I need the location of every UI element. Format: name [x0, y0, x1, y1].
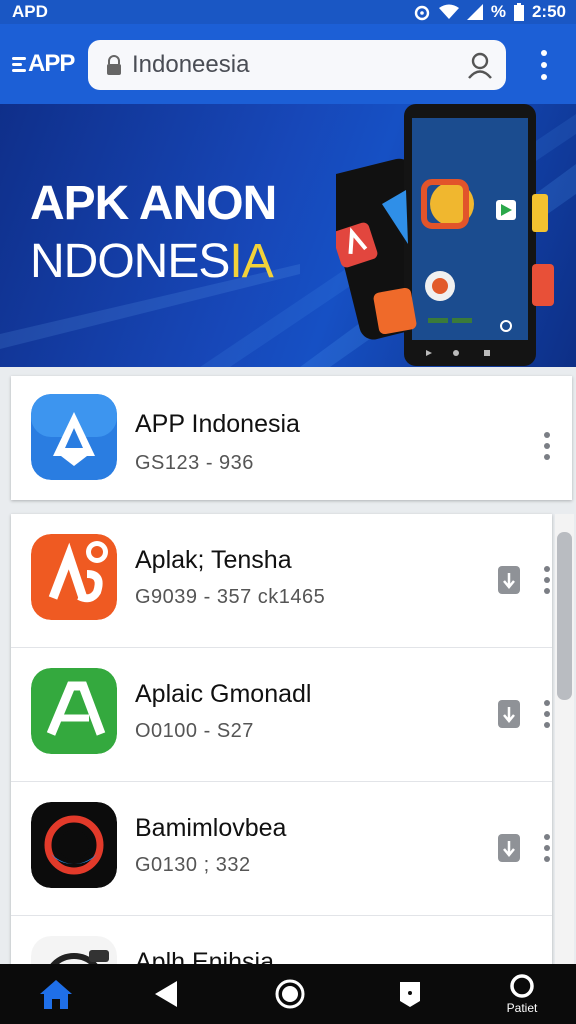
- nav-back[interactable]: [146, 964, 186, 1024]
- clock-time: 2:50: [531, 2, 566, 21]
- alarm-icon: [414, 5, 430, 21]
- overflow-menu-icon[interactable]: [532, 50, 556, 80]
- home-icon: [40, 980, 72, 1009]
- list-item[interactable]: Aplak; Tensha G9039 - 357 ck1465: [11, 514, 552, 648]
- status-bar: APD % 2:50: [0, 0, 576, 24]
- list-item-title: Bamimlovbea: [135, 814, 287, 842]
- profile-icon: [510, 974, 534, 998]
- nav-home-circle[interactable]: [270, 964, 310, 1024]
- list-item-more-icon[interactable]: [543, 700, 551, 728]
- list-item-subtitle: O0100 - S27: [135, 720, 254, 742]
- app-list-card: Aplak; Tensha G9039 - 357 ck1465 Aplaic …: [11, 514, 552, 974]
- search-bar[interactable]: [88, 40, 506, 90]
- nav-recents[interactable]: [390, 964, 430, 1024]
- banner-line2-main: NDONES: [30, 235, 230, 288]
- lock-icon: [107, 55, 121, 75]
- nav-profile[interactable]: Patiet: [494, 964, 550, 1024]
- download-icon[interactable]: [498, 834, 520, 862]
- aplak-app-icon: [31, 534, 117, 620]
- app-logo[interactable]: APP: [12, 44, 78, 84]
- list-item-title: Aplak; Tensha: [135, 546, 292, 574]
- download-icon[interactable]: [498, 700, 520, 728]
- list-item-subtitle: G9039 - 357 ck1465: [135, 586, 326, 608]
- hero-banner[interactable]: APK ANON NDONESIA: [0, 104, 576, 367]
- bottom-navigation: Patiet: [0, 964, 576, 1024]
- scrollbar-thumb[interactable]: [557, 532, 572, 700]
- list-item[interactable]: Bamimlovbea G0130 ; 332: [11, 782, 552, 916]
- aplaic-app-icon: [31, 668, 117, 754]
- list-item-more-icon[interactable]: [543, 566, 551, 594]
- recents-icon: [400, 982, 420, 1007]
- status-icons: % 2:50: [413, 2, 566, 22]
- featured-app-subtitle: GS123 - 936: [135, 452, 254, 474]
- carrier-label: APD: [12, 2, 48, 21]
- search-input[interactable]: [130, 50, 466, 80]
- list-item[interactable]: Aplaic Gmonadl O0100 - S27: [11, 648, 552, 782]
- banner-line2-accent: IA: [229, 235, 273, 288]
- user-icon[interactable]: [466, 51, 494, 79]
- nav-home[interactable]: [34, 964, 78, 1024]
- featured-more-icon[interactable]: [543, 432, 551, 460]
- home-circle-icon: [275, 979, 305, 1009]
- list-item-subtitle: G0130 ; 332: [135, 854, 251, 876]
- list-item-more-icon[interactable]: [543, 834, 551, 862]
- banner-title-line2: NDONESIA: [30, 234, 274, 290]
- logo-text: APP: [28, 50, 75, 77]
- logo-lines-icon: [12, 56, 26, 72]
- app-indonesia-icon: [31, 394, 117, 480]
- bamimlovbea-app-icon: [31, 802, 117, 888]
- nav-profile-label: Patiet: [506, 1001, 538, 1015]
- app-bar: APP: [0, 24, 576, 104]
- banner-title-line1: APK ANON: [30, 177, 277, 230]
- battery-icon: [513, 3, 524, 21]
- phone-illustration: [336, 104, 554, 366]
- download-icon[interactable]: [498, 566, 520, 594]
- list-item-title: Aplaic Gmonadl: [135, 680, 312, 708]
- back-icon: [155, 981, 177, 1007]
- wifi-icon: [438, 4, 459, 19]
- featured-app-title: APP Indonesia: [135, 410, 300, 438]
- featured-app-card[interactable]: APP Indonesia GS123 - 936: [11, 376, 572, 500]
- list-scrollbar[interactable]: [555, 514, 574, 974]
- signal-icon: [466, 4, 483, 20]
- battery-percent: %: [490, 2, 506, 21]
